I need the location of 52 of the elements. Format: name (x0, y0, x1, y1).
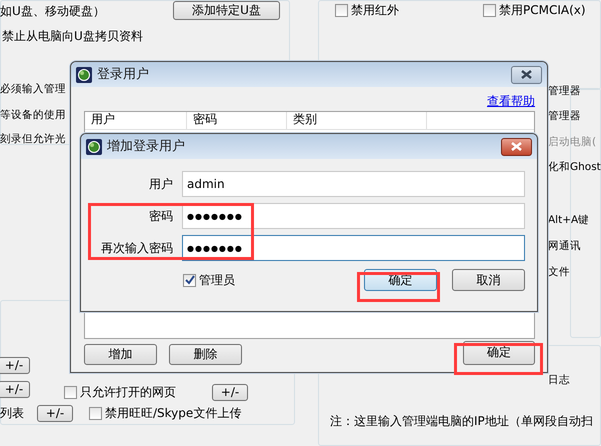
label-text: 等设备的使用 (0, 108, 66, 123)
help-link[interactable]: 查看帮助 (487, 92, 535, 110)
push-button[interactable]: +/- (212, 384, 248, 401)
push-button[interactable]: +/- (0, 357, 30, 374)
label-text: Alt+A键 (548, 213, 590, 228)
field-label: 密码 (148, 208, 173, 225)
close-button[interactable] (501, 138, 532, 156)
label-text: 管理器 (548, 109, 581, 124)
label-text: 网通讯 (548, 239, 581, 254)
checkbox-label: 管理员 (199, 272, 235, 289)
checkbox[interactable] (64, 386, 77, 398)
app-icon (76, 66, 92, 82)
column-header: 类别 (287, 112, 427, 129)
input-field[interactable]: ●●●●●●● (182, 203, 525, 229)
check-icon (184, 275, 194, 285)
checkbox[interactable] (335, 4, 348, 16)
close-icon (520, 70, 533, 79)
label-text: 注：这里输入管理端电脑的IP地址（单网段自动扫 (330, 413, 593, 429)
input-field[interactable]: admin (182, 171, 525, 197)
label-text: 日志 (548, 373, 570, 388)
field-label: 再次输入密码 (100, 240, 173, 257)
checkbox-label: 禁用红外 (351, 2, 399, 18)
column-header: 用户 (85, 112, 187, 129)
label-text: 启动电脑( (548, 135, 596, 150)
window-title: 增加登录用户 (107, 138, 185, 156)
push-button[interactable]: 增加 (84, 344, 157, 365)
push-button[interactable]: 添加特定U盘 (173, 1, 280, 20)
window-title: 登录用户 (97, 66, 149, 84)
label-text: 如U盘、移动硬盘） (0, 3, 105, 19)
cancel-button[interactable]: 取消 (452, 269, 525, 291)
label-text: 必须输入管理 (0, 82, 66, 97)
checkbox[interactable] (183, 274, 196, 286)
input-field[interactable]: ●●●●●●● (182, 235, 525, 261)
column-header: 密码 (187, 112, 287, 129)
push-button[interactable]: +/- (0, 381, 30, 398)
close-icon (510, 142, 523, 151)
checkbox-label: 只允许打开的网页 (80, 384, 176, 400)
label-text: 刻录但允许光 (0, 132, 66, 147)
field-label: 用户 (148, 176, 173, 193)
checkbox[interactable] (89, 406, 102, 420)
checkbox[interactable] (483, 4, 496, 16)
label-text: 文件 (548, 265, 570, 280)
push-button[interactable]: +/- (37, 405, 73, 422)
app-icon (86, 138, 102, 154)
label-text: 管理器 (548, 84, 581, 99)
close-button[interactable] (511, 66, 542, 84)
label-text: 列表 (0, 405, 24, 421)
checkbox-label: 禁用旺旺/Skype文件上传 (105, 405, 242, 421)
label-text: 化和Ghost (548, 160, 601, 175)
label-text: 禁止从电脑向U盘拷贝资料 (2, 28, 143, 44)
push-button[interactable]: 删除 (169, 344, 242, 365)
checkbox-label: 禁用PCMCIA(x) (499, 2, 586, 18)
